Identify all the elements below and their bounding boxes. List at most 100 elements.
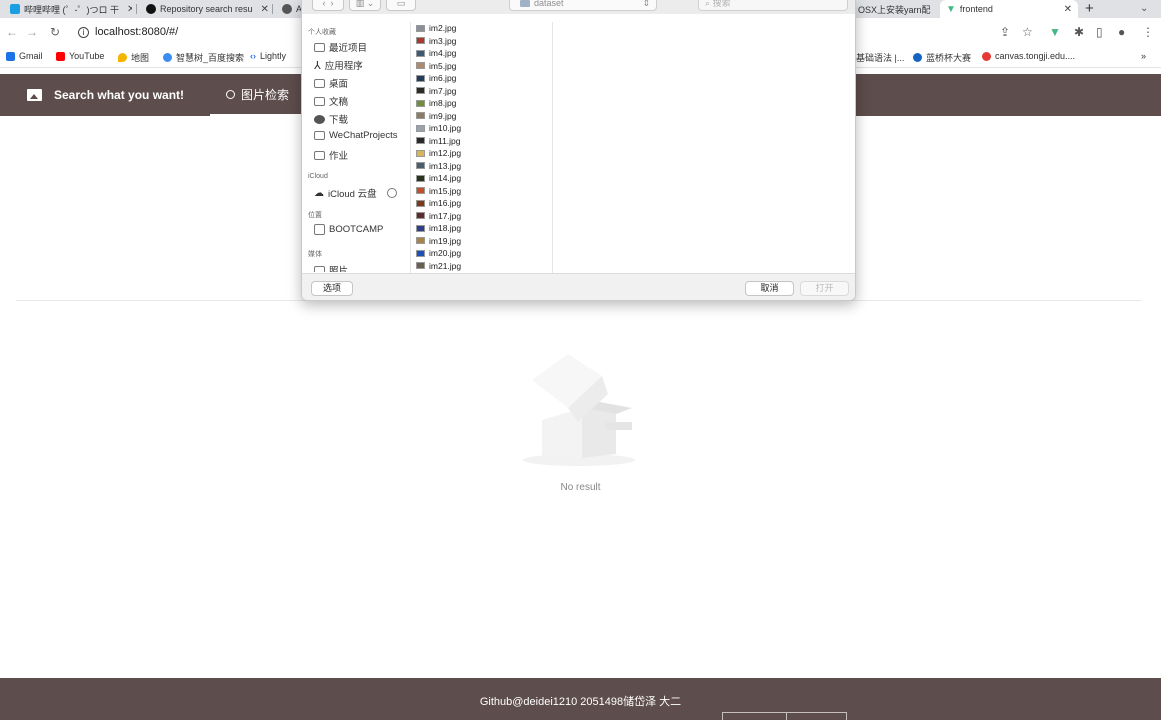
file-item[interactable]: im21.jpg [414,260,552,273]
file-item[interactable]: im13.jpg [414,160,552,173]
file-item[interactable]: im11.jpg [414,135,552,148]
browser-tab-yarn[interactable]: OSX上安装yarn配 ✕ [852,0,934,18]
tab-image-search[interactable]: 图片检索 [210,74,302,116]
folder-icon [314,131,325,140]
updown-chevron-icon: ⇕ [642,0,650,8]
image-thumbnail-icon [416,99,425,107]
sidebar-item-label: BOOTCAMP [329,224,384,235]
vue-devtools-icon[interactable]: ▼ [1049,25,1061,39]
folder-path-select[interactable]: dataset ⇕ [509,0,657,11]
download-icon [314,114,325,124]
favorites-heading: 个人收藏 [308,29,336,36]
file-item[interactable]: im5.jpg [414,60,552,73]
file-item[interactable]: im15.jpg [414,185,552,198]
bookmark-star-icon[interactable]: ☆ [1022,25,1033,39]
new-folder-icon[interactable]: ▭ [386,0,416,11]
file-open-dialog: ‹ › ▥ ⌄ ▭ dataset ⇕ ⌕ 搜索 个人收藏 最近项目 ⅄ 应用程… [301,0,856,301]
back-forward-buttons[interactable]: ‹ › [312,0,344,11]
bookmark-map[interactable]: 地图 [118,51,149,64]
bookmark-youtube[interactable]: YouTube [56,51,104,61]
sidebar-item-label: 最近项目 [329,43,368,54]
tab-title: 哔哩哔哩 (゜-゜)つロ 干 [24,4,119,15]
close-icon[interactable]: ✕ [1064,4,1072,15]
file-name: im11.jpg [429,135,461,146]
bookmark-grammar[interactable]: 基础语法 |... [856,51,904,64]
file-name: im12.jpg [429,148,462,159]
browser-tab-bilibili[interactable]: 哔哩哔哩 (゜-゜)つロ 干 ✕ [4,0,132,18]
image-thumbnail-icon [416,62,425,70]
tab-title: frontend [959,4,993,14]
sidebar-item-icloud-drive[interactable]: ☁ iCloud 云盘 [314,186,397,200]
menu-dots-icon[interactable]: ⋮ [1142,25,1154,39]
image-thumbnail-icon [416,124,425,132]
forward-arrow-icon[interactable]: → [26,25,38,39]
sidebar-item-label: 作业 [329,151,349,162]
close-icon[interactable]: ✕ [127,4,132,15]
bookmark-gmail[interactable]: Gmail [6,51,43,61]
sidebar-item-wechatprojects[interactable]: WeChatProjects [314,130,397,141]
media-heading: 媒体 [308,251,322,258]
sidebar-item-label: 下载 [329,115,349,126]
sidepanel-icon[interactable]: ▯ [1096,25,1103,39]
file-item[interactable]: im10.jpg [414,122,552,135]
sidebar-item-bootcamp[interactable]: BOOTCAMP [314,224,383,235]
file-name: im20.jpg [429,248,462,259]
view-mode-button[interactable]: ▥ ⌄ [349,0,381,11]
github-icon [146,4,156,14]
browser-tab-frontend[interactable]: ▼ frontend ✕ [940,0,1078,18]
share-icon[interactable]: ⇪ [1000,25,1010,39]
sidebar-item-documents[interactable]: 文稿 [314,94,348,108]
file-item[interactable]: im19.jpg [414,235,552,248]
file-item[interactable]: im3.jpg [414,35,552,48]
bookmark-label: 地图 [131,53,150,63]
browser-tab-github[interactable]: Repository search resu ✕ [140,0,268,18]
cancel-button[interactable]: 取消 [745,281,794,296]
file-item[interactable]: im9.jpg [414,110,552,123]
tab-search-chevron-icon[interactable]: ⌄ [1140,0,1148,18]
file-item[interactable]: im12.jpg [414,147,552,160]
sidebar-item-recents[interactable]: 最近项目 [314,40,367,54]
back-arrow-icon[interactable]: ← [6,25,18,39]
reload-icon[interactable]: ↻ [50,25,60,39]
new-tab-button[interactable]: + [1085,0,1094,18]
locations-heading: 位置 [308,212,322,219]
file-item[interactable]: im16.jpg [414,197,552,210]
bookmark-lanqiao[interactable]: 蓝桥杯大赛 [913,51,971,64]
empty-box-icon [523,354,635,466]
folder-icon [314,150,325,160]
bookmark-baidu[interactable]: 智慧树_百度搜索 [163,51,244,64]
sidebar-item-label: iCloud 云盘 [328,189,377,200]
file-item[interactable]: im18.jpg [414,222,552,235]
info-icon[interactable]: i [78,26,89,38]
options-button[interactable]: 选项 [311,281,353,296]
sidebar-item-homework[interactable]: 作业 [314,148,348,162]
image-thumbnail-icon [416,262,425,270]
file-name: im6.jpg [429,73,457,84]
open-button[interactable]: 打开 [800,281,849,296]
profile-icon[interactable]: ● [1118,25,1125,39]
dialog-search-input[interactable]: ⌕ 搜索 [698,0,848,11]
file-item[interactable]: im17.jpg [414,210,552,223]
brand-title: Search what you want! [54,88,185,102]
tab-label: 图片检索 [241,87,290,102]
file-item[interactable]: im20.jpg [414,247,552,260]
sidebar-item-applications[interactable]: ⅄ 应用程序 [314,58,363,73]
file-item[interactable]: im2.jpg [414,22,552,35]
file-item[interactable]: im8.jpg [414,97,552,110]
bookmark-canvas[interactable]: canvas.tongji.edu.... [982,51,1075,61]
browser-tab-partial[interactable]: A [276,0,302,18]
file-item[interactable]: im6.jpg [414,72,552,85]
file-item[interactable]: im7.jpg [414,85,552,98]
close-icon[interactable]: ✕ [261,4,268,15]
file-item[interactable]: im14.jpg [414,172,552,185]
sidebar-item-photos[interactable]: 照片 [314,263,348,272]
bookmark-lightly[interactable]: ‹› Lightly [250,51,286,61]
extensions-icon[interactable]: ✱ [1074,25,1084,39]
file-item[interactable]: im4.jpg [414,47,552,60]
sidebar-item-desktop[interactable]: 桌面 [314,76,348,90]
sidebar-item-downloads[interactable]: 下载 [314,112,348,126]
bookmarks-more-button[interactable]: » [1141,51,1146,61]
youtube-icon [56,51,65,61]
url-field[interactable]: i localhost:8080/#/ [78,26,178,38]
sidebar-item-label: 桌面 [329,79,349,90]
